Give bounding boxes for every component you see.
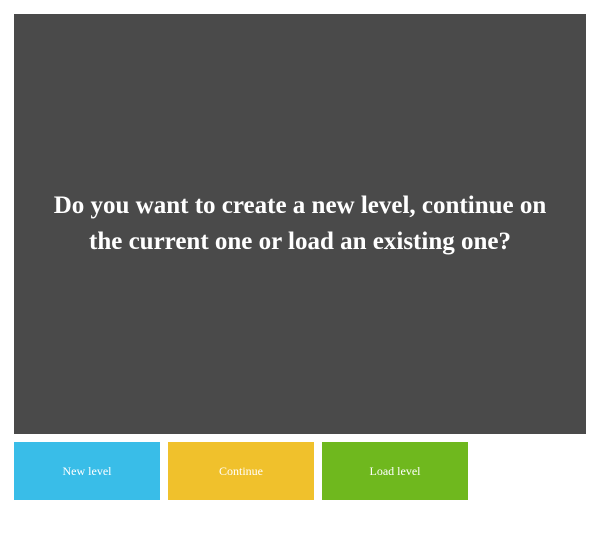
dialog-message: Do you want to create a new level, conti… <box>50 188 550 261</box>
dialog-panel: Do you want to create a new level, conti… <box>14 14 586 434</box>
button-row: New level Continue Load level <box>14 442 586 500</box>
load-level-button[interactable]: Load level <box>322 442 468 500</box>
level-dialog: Do you want to create a new level, conti… <box>14 14 586 500</box>
continue-button[interactable]: Continue <box>168 442 314 500</box>
new-level-button[interactable]: New level <box>14 442 160 500</box>
